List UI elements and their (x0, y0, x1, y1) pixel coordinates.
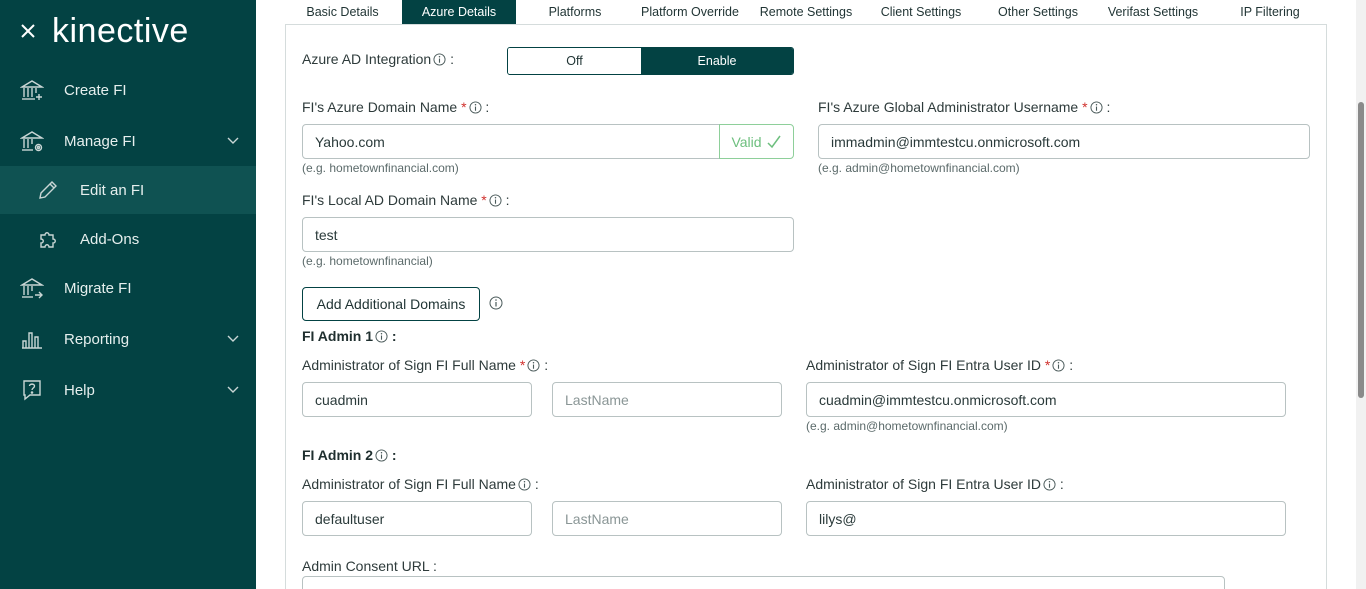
local-domain-hint: (e.g. hometownfinancial) (302, 254, 433, 268)
admin1-entra-label: Administrator of Sign FI Entra User ID *… (806, 357, 1074, 373)
admin2-entra-label: Administrator of Sign FI Entra User ID : (806, 476, 1064, 492)
add-additional-domains-button[interactable]: Add Additional Domains (302, 287, 480, 321)
info-icon[interactable] (1052, 359, 1065, 372)
admin1-entra-input[interactable]: cuadmin@immtestcu.onmicrosoft.com (806, 382, 1286, 417)
info-icon[interactable] (489, 296, 503, 310)
admin-consent-url-label: Admin Consent URL : (302, 558, 437, 574)
sidebar-item-migrate-fi[interactable]: Migrate FI (0, 263, 256, 313)
azure-domain-input[interactable]: Yahoo.com (302, 124, 720, 159)
required-asterisk: * (519, 357, 526, 373)
admin-consent-url-input[interactable] (302, 576, 1225, 589)
sidebar-item-edit-fi[interactable]: Edit an FI (0, 166, 256, 214)
sidebar-item-manage-fi[interactable]: Manage FI (0, 116, 256, 166)
sidebar-item-label: Add-Ons (80, 230, 140, 248)
chevron-down-icon (227, 386, 239, 393)
admin1-first-name-input[interactable]: cuadmin (302, 382, 532, 417)
bank-arrow-icon (20, 278, 44, 299)
azure-ad-toggle[interactable]: Off Enable (507, 47, 794, 75)
sidebar-item-create-fi[interactable]: Create FI (0, 65, 256, 115)
chevron-down-icon (227, 137, 239, 144)
info-icon[interactable] (433, 53, 446, 66)
info-icon[interactable] (489, 194, 502, 207)
info-icon[interactable] (1090, 101, 1103, 114)
tab-client-settings[interactable]: Client Settings (870, 0, 972, 24)
tab-azure-details[interactable]: Azure Details (402, 0, 516, 24)
tab-verifast-settings[interactable]: Verifast Settings (1100, 0, 1206, 24)
fi-admin-2-title: FI Admin 2 : (302, 447, 397, 463)
admin1-full-name-label: Administrator of Sign FI Full Name * : (302, 357, 549, 373)
puzzle-icon (40, 232, 56, 248)
tab-other-settings[interactable]: Other Settings (989, 0, 1087, 24)
sidebar-item-label: Manage FI (64, 132, 136, 150)
admin2-first-name-input[interactable]: defaultuser (302, 501, 532, 536)
global-admin-label: FI's Azure Global Administrator Username… (818, 99, 1111, 115)
required-asterisk: * (1082, 99, 1088, 115)
fi-admin-1-title: FI Admin 1 : (302, 328, 397, 344)
info-icon[interactable] (375, 330, 388, 343)
local-domain-label: FI's Local AD Domain Name * : (302, 192, 510, 208)
global-admin-input[interactable]: immadmin@immtestcu.onmicrosoft.com (818, 124, 1310, 159)
kinective-logo: kinective (52, 12, 189, 50)
admin2-entra-input[interactable]: lilys@ (806, 501, 1286, 536)
bank-gear-icon (20, 131, 44, 152)
required-asterisk: * (461, 99, 467, 115)
info-icon[interactable] (375, 449, 388, 462)
tab-ip-filtering[interactable]: IP Filtering (1228, 0, 1312, 24)
sidebar-item-add-ons[interactable]: Add-Ons (0, 214, 256, 264)
valid-badge: Valid (719, 124, 794, 159)
close-icon[interactable] (19, 22, 37, 40)
sidebar-item-label: Help (64, 381, 95, 399)
admin1-entra-hint: (e.g. admin@hometownfinancial.com) (806, 419, 1008, 433)
sidebar-header: kinective (0, 0, 256, 64)
pencil-icon (39, 181, 57, 199)
toggle-enable-option[interactable]: Enable (641, 48, 793, 74)
sidebar-item-reporting[interactable]: Reporting (0, 314, 256, 364)
info-icon[interactable] (518, 478, 531, 491)
required-asterisk: * (481, 192, 487, 208)
sidebar-item-label: Reporting (64, 330, 130, 348)
toggle-off-option[interactable]: Off (508, 48, 641, 74)
info-icon[interactable] (468, 101, 482, 114)
bank-plus-icon (20, 80, 44, 100)
sidebar-item-label: Create FI (64, 81, 127, 99)
azure-domain-label: FI's Azure Domain Name * : (302, 99, 490, 115)
sidebar: kinective Create FI Manage FI Edit an FI… (0, 0, 256, 589)
tab-platform-override[interactable]: Platform Override (635, 0, 745, 24)
check-icon (767, 135, 781, 148)
admin2-full-name-label: Administrator of Sign FI Full Name : (302, 476, 539, 492)
sidebar-item-label: Migrate FI (64, 279, 132, 297)
tab-platforms[interactable]: Platforms (525, 0, 625, 24)
sidebar-item-help[interactable]: Help (0, 365, 256, 415)
local-domain-input[interactable]: test (302, 217, 794, 252)
azure-domain-hint: (e.g. hometownfinancial.com) (302, 161, 459, 175)
global-admin-hint: (e.g. admin@hometownfinancial.com) (818, 161, 1020, 175)
scrollbar-thumb[interactable] (1358, 102, 1364, 398)
admin2-last-name-input[interactable]: LastName (552, 501, 782, 536)
required-asterisk: * (1044, 357, 1051, 373)
admin1-last-name-input[interactable]: LastName (552, 382, 782, 417)
chevron-down-icon (227, 335, 239, 342)
tab-basic-details[interactable]: Basic Details (286, 0, 399, 24)
bar-chart-icon (22, 332, 42, 349)
azure-ad-integration-label: Azure AD Integration : (302, 51, 454, 67)
question-icon (23, 380, 41, 401)
info-icon[interactable] (1043, 478, 1056, 491)
tab-remote-settings[interactable]: Remote Settings (753, 0, 859, 24)
sidebar-item-label: Edit an FI (80, 181, 145, 199)
info-icon[interactable] (527, 359, 540, 372)
